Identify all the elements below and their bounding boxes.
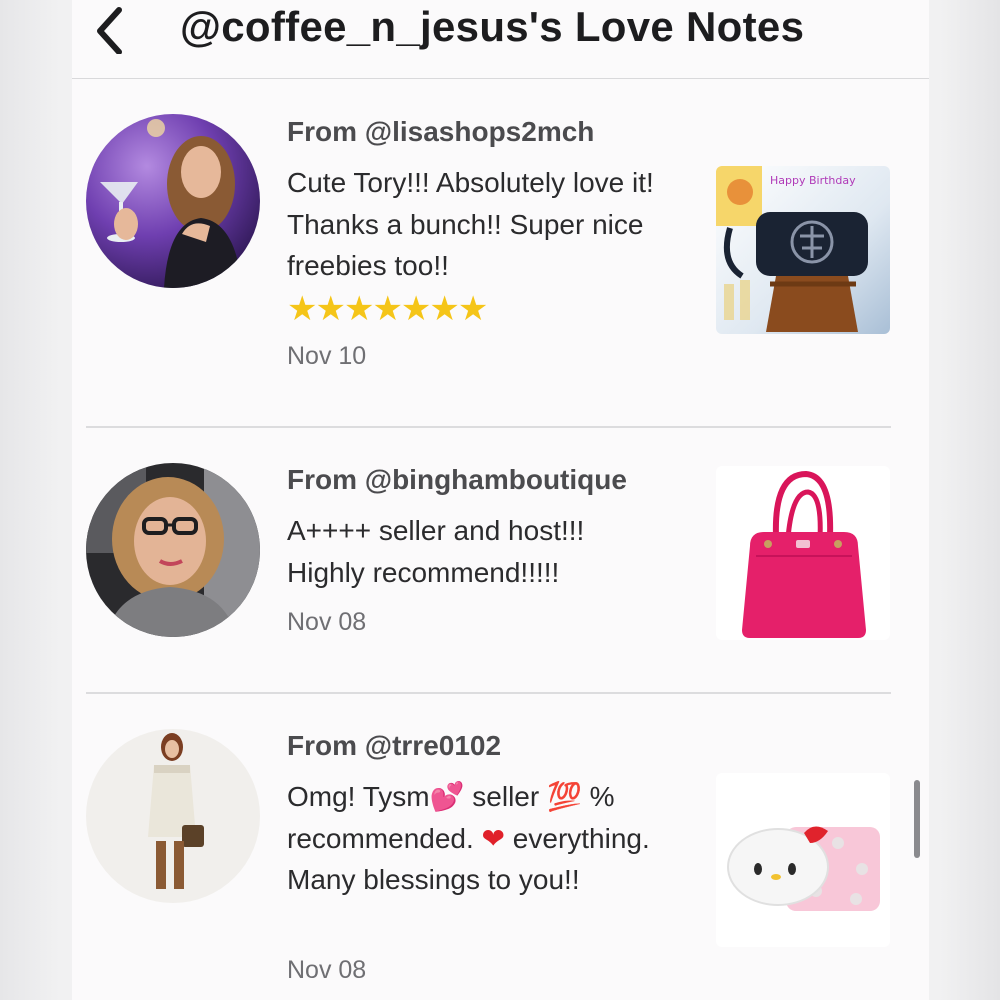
scrollbar[interactable] — [914, 780, 920, 858]
header: @coffee_n_jesus's Love Notes — [72, 0, 929, 79]
thumbnail-caption: Happy Birthday — [770, 174, 856, 187]
note-date: Nov 10 — [287, 342, 367, 370]
star-rating: ★★★★★★★ — [287, 289, 488, 328]
note-date: Nov 08 — [287, 956, 367, 984]
note-message-text: seller — [464, 781, 547, 812]
love-notes-screen: @coffee_n_jesus's Love Notes From @lisas… — [72, 0, 929, 1000]
listing-thumbnail[interactable] — [716, 773, 890, 947]
back-button[interactable] — [86, 4, 136, 55]
listing-thumbnail[interactable]: Happy Birthday — [716, 166, 890, 334]
hundred-points-icon: 💯 — [546, 780, 582, 813]
avatar[interactable] — [86, 463, 260, 637]
listing-thumbnail[interactable] — [716, 466, 890, 640]
chevron-left-icon — [97, 7, 122, 55]
avatar[interactable] — [86, 729, 260, 903]
note-sender[interactable]: From @lisashops2mch — [287, 116, 594, 148]
divider — [86, 692, 891, 694]
note-message: A++++ seller and host!!! Highly recommen… — [287, 515, 585, 588]
note-message: Cute Tory!!! Absolutely love it! Thanks … — [287, 162, 687, 331]
avatar[interactable] — [86, 114, 260, 288]
note-sender[interactable]: From @binghamboutique — [287, 464, 627, 496]
red-heart-icon: ❤ — [481, 821, 506, 855]
divider — [86, 426, 891, 428]
note-date: Nov 08 — [287, 608, 367, 636]
note-sender[interactable]: From @trre0102 — [287, 730, 501, 762]
two-hearts-icon: 💕 — [429, 780, 465, 813]
page-title: @coffee_n_jesus's Love Notes — [180, 3, 805, 50]
note-message-text: Cute Tory!!! Absolutely love it! Thanks … — [287, 167, 654, 281]
note-message-text: Omg! Tysm — [287, 781, 430, 812]
note-message: Omg! Tysm💕 seller 💯 % recommended. ❤ eve… — [287, 776, 677, 901]
